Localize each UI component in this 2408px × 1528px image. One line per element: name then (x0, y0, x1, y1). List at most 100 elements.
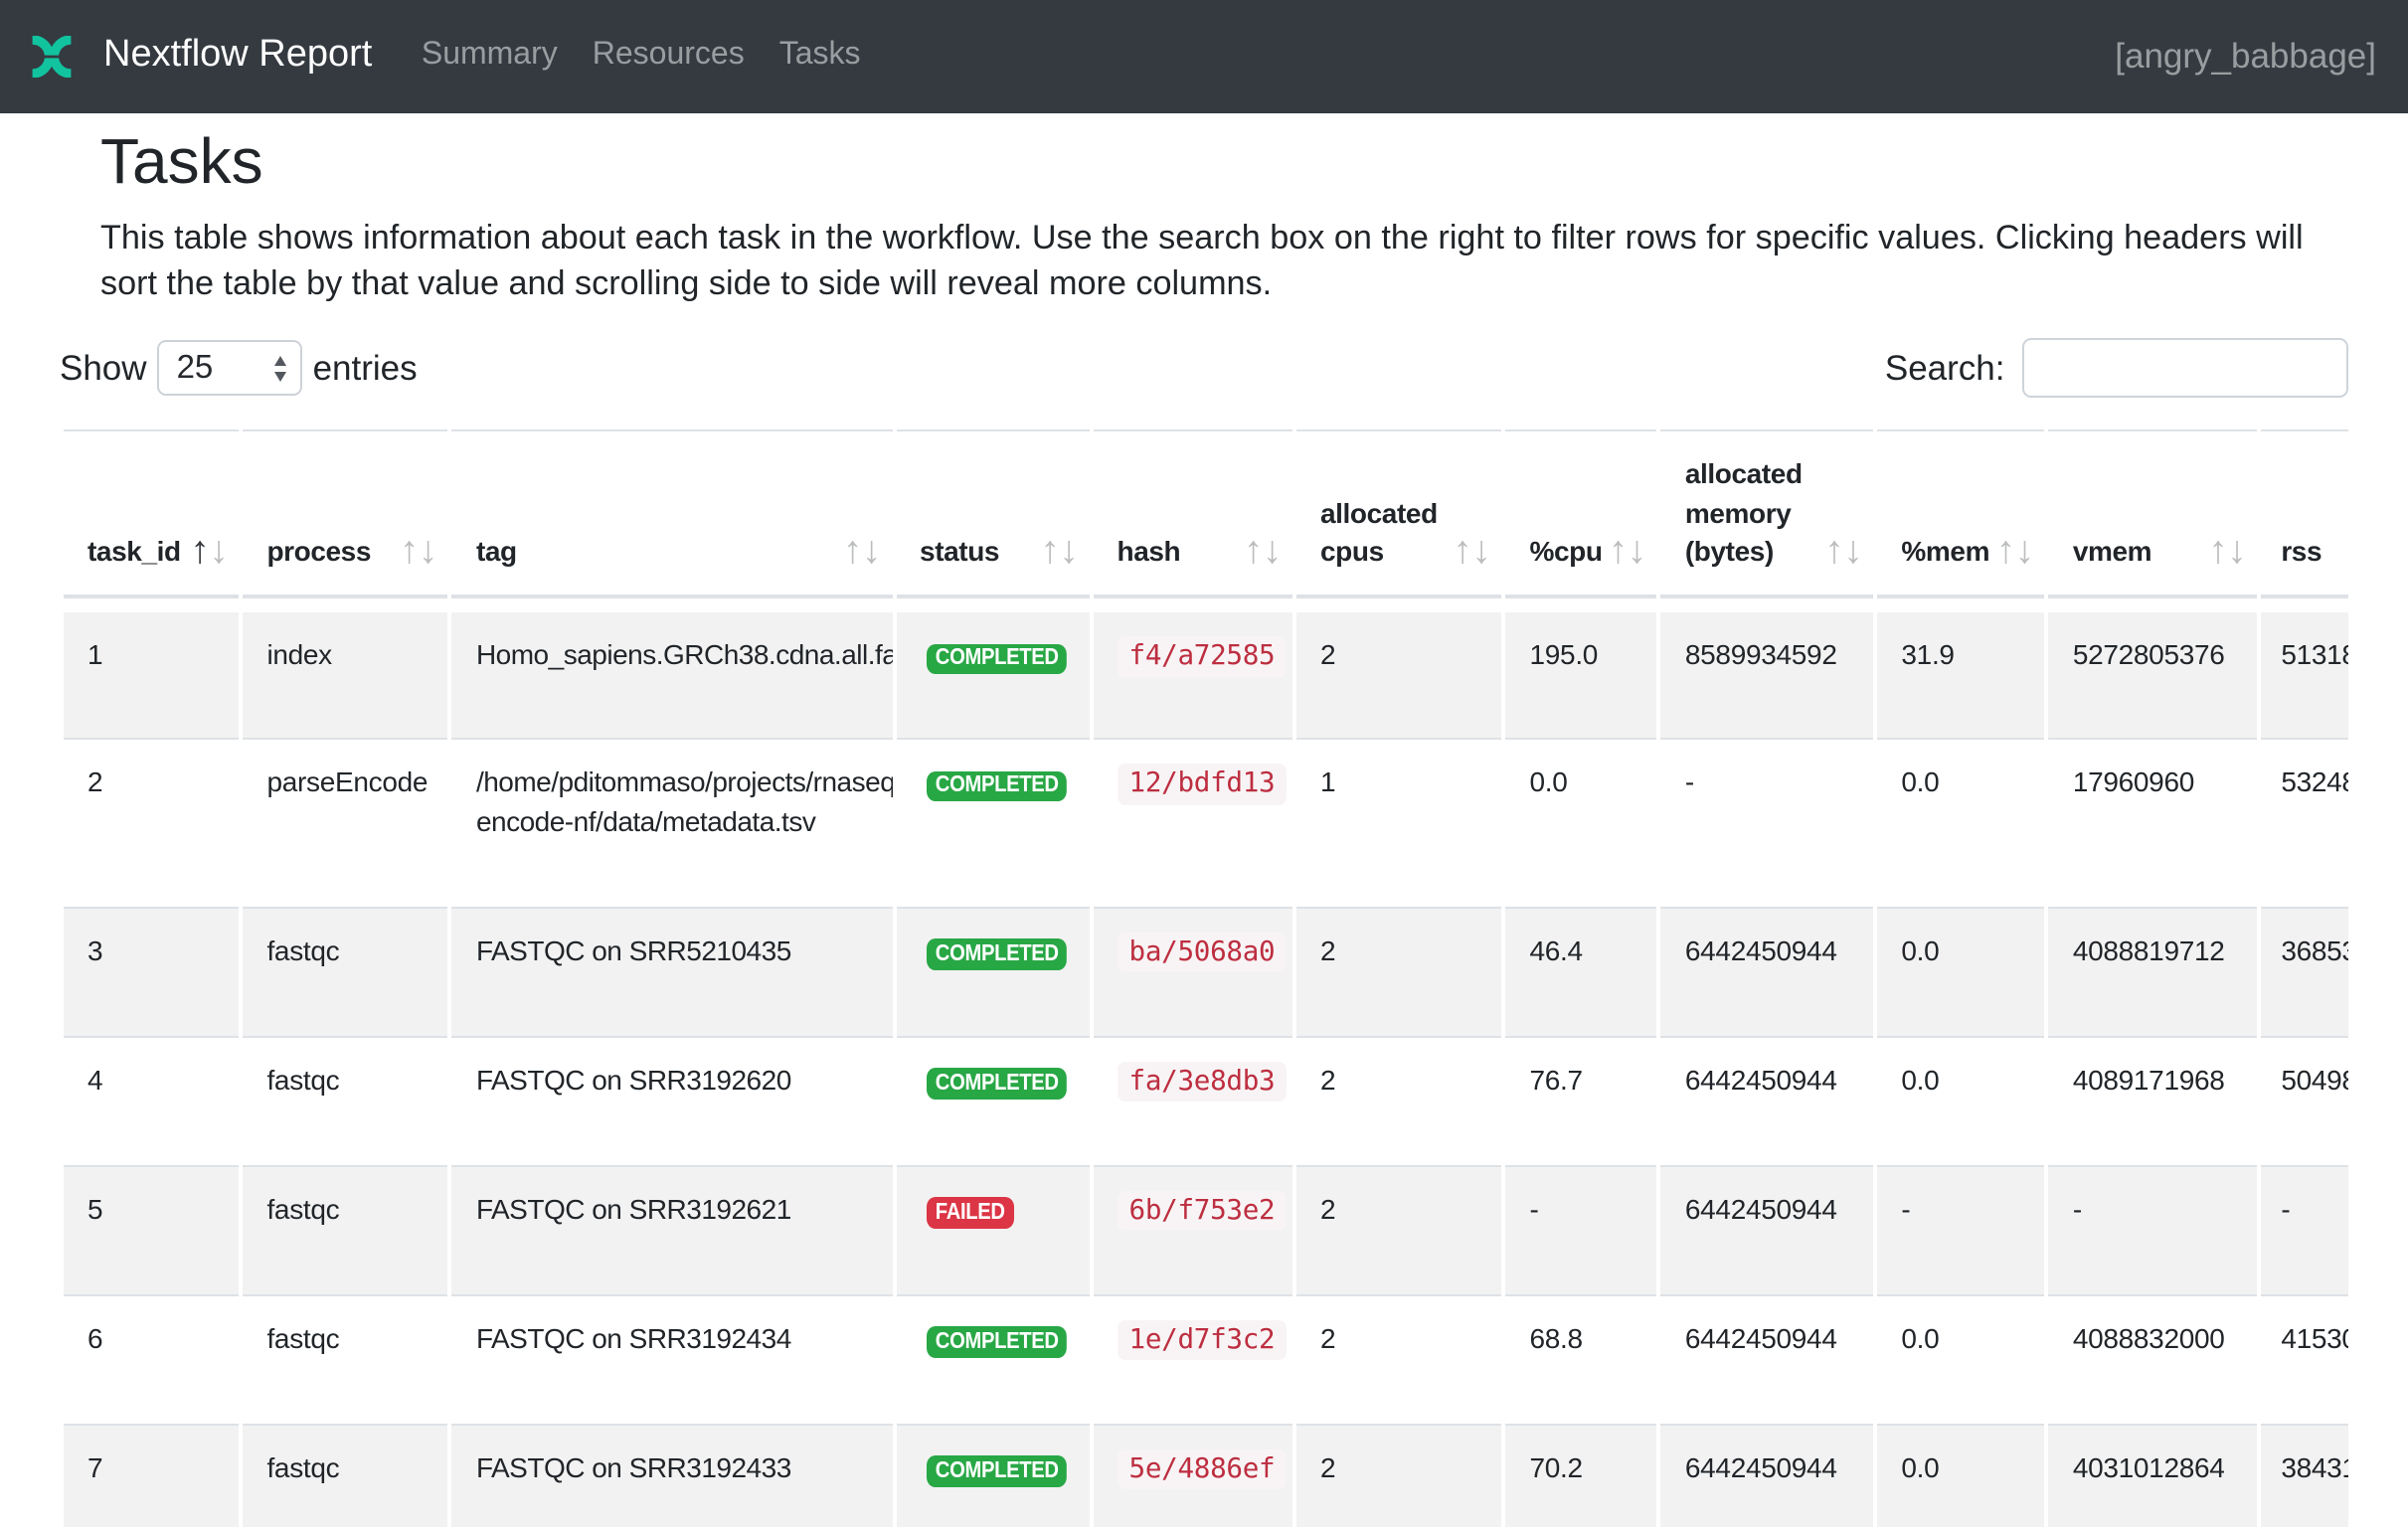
hash-code: 1e/d7f3c2 (1118, 1320, 1288, 1361)
sort-desc-icon: ↓ (1843, 538, 1862, 566)
sort-desc-icon: ↓ (1471, 538, 1490, 566)
task-row-2: 2parseEncode/home/pditommaso/projects/rn… (64, 739, 2348, 907)
cell-mem: - (1661, 739, 1874, 907)
cell-pmem: 0.0 (1877, 907, 2044, 1036)
column-header-rss[interactable]: rss↑↓ (2261, 430, 2348, 599)
hash-code: 6b/f753e2 (1118, 1191, 1288, 1232)
table-header-scroll: task_id↑↓process↑↓tag↑↓status↑↓hash↑↓all… (60, 430, 2348, 599)
column-header-process[interactable]: process↑↓ (243, 430, 448, 599)
sort-desc-icon: ↓ (2227, 538, 2246, 566)
cell-vmem: 17960960 (2049, 739, 2258, 907)
sort-asc-icon: ↑ (1609, 538, 1628, 566)
cell-pmem: 0.0 (1877, 739, 2044, 907)
column-header-task_id[interactable]: task_id↑↓ (64, 430, 239, 599)
cell-task_id: 1 (64, 613, 239, 739)
show-label: Show (60, 348, 147, 390)
cell-tag: FASTQC on SRR5210435 (452, 907, 892, 1036)
sort-asc-icon: ↑ (1453, 538, 1471, 566)
cell-process: fastqc (243, 1036, 448, 1165)
column-header-tag[interactable]: tag↑↓ (452, 430, 892, 599)
column-header-vmem[interactable]: vmem ↑↓ (2049, 430, 2258, 599)
status-badge: COMPLETED (926, 939, 1067, 970)
cell-hash: f4/a72585 (1094, 613, 1293, 739)
nextflow-logo-icon (32, 36, 72, 78)
cell-status: FAILED (896, 1165, 1089, 1294)
cell-pcpu: 0.0 (1506, 739, 1657, 907)
task-row-5: 5fastqcFASTQC on SRR3192621FAILED6b/f753… (64, 1165, 2348, 1294)
nav-link-resources[interactable]: Resources (575, 23, 762, 90)
sort-asc-icon: ↑ (1040, 538, 1059, 566)
cell-rss: 368537600 (2261, 907, 2348, 1036)
cell-tag: FASTQC on SRR3192621 (452, 1165, 892, 1294)
entries-label: entries (313, 348, 418, 390)
cell-pcpu: 46.4 (1506, 907, 1657, 1036)
page-length-select[interactable]: 25 (157, 341, 303, 397)
task-row-4: 4fastqcFASTQC on SRR3192620COMPLETEDfa/3… (64, 1036, 2348, 1165)
cell-cpus: 2 (1296, 1294, 1502, 1424)
cell-mem: 8589934592 (1661, 613, 1874, 739)
page-header-block: Tasks This table shows information about… (71, 112, 2337, 307)
table-body-scroll[interactable]: 1indexHomo_sapiens.GRCh38.cdna.all.fa.gz… (60, 613, 2348, 1528)
column-header-pcpu[interactable]: %cpu↑↓ (1506, 430, 1657, 599)
column-header-pmem[interactable]: %mem↑↓ (1877, 430, 2044, 599)
table-controls-row: Show25entries Search: (60, 339, 2348, 399)
column-label: %mem (1901, 535, 1989, 567)
nav-link-tasks[interactable]: Tasks (762, 23, 878, 90)
cell-process: fastqc (243, 907, 448, 1036)
status-badge: COMPLETED (926, 771, 1067, 802)
cell-mem: 6442450944 (1661, 1165, 1874, 1294)
nav-link-summary[interactable]: Summary (404, 23, 575, 90)
sort-desc-icon: ↓ (209, 538, 228, 566)
search-label: Search: (1885, 348, 2005, 390)
navbar-links: SummaryResourcesTasks (404, 23, 878, 90)
cell-process: fastqc (243, 1424, 448, 1528)
navbar-brand[interactable]: Nextflow Report (103, 28, 372, 85)
column-label: rss (2281, 535, 2322, 567)
cell-pmem: 31.9 (1877, 613, 2044, 739)
column-header-hash[interactable]: hash↑↓ (1094, 430, 1293, 599)
column-header-cpus[interactable]: allocated cpus↑↓ (1296, 430, 1502, 599)
page-length-control: Show25entries (60, 341, 418, 397)
cell-hash: 1e/d7f3c2 (1094, 1294, 1293, 1424)
column-label: allocated memory (bytes) (1685, 457, 1803, 567)
column-label: process (266, 535, 371, 567)
cell-mem: 6442450944 (1661, 907, 1874, 1036)
status-badge: COMPLETED (926, 644, 1067, 675)
sort-desc-icon: ↓ (862, 538, 881, 566)
sort-desc-icon: ↓ (2015, 538, 2034, 566)
cell-status: COMPLETED (896, 907, 1089, 1036)
cell-process: fastqc (243, 1294, 448, 1424)
sort-asc-icon: ↑ (843, 538, 862, 566)
status-badge: COMPLETED (926, 1456, 1067, 1487)
cell-hash: 6b/f753e2 (1094, 1165, 1293, 1294)
cell-tag: FASTQC on SRR3192433 (452, 1424, 892, 1528)
sort-desc-icon: ↓ (1628, 538, 1646, 566)
status-badge: COMPLETED (926, 1069, 1067, 1100)
cell-status: COMPLETED (896, 1424, 1089, 1528)
search-input[interactable] (2022, 339, 2348, 399)
cell-vmem: 4088819712 (2049, 907, 2258, 1036)
cell-vmem: 4088832000 (2049, 1294, 2258, 1424)
cell-cpus: 2 (1296, 613, 1502, 739)
column-header-mem[interactable]: allocated memory (bytes)↑↓ (1661, 430, 1874, 599)
cell-task_id: 2 (64, 739, 239, 907)
search-control: Search: (1885, 339, 2348, 399)
sort-asc-icon: ↑ (1996, 538, 2015, 566)
cell-cpus: 2 (1296, 1424, 1502, 1528)
cell-hash: ba/5068a0 (1094, 907, 1293, 1036)
cell-pcpu: - (1506, 1165, 1657, 1294)
hash-code: 5e/4886ef (1118, 1449, 1288, 1490)
cell-status: COMPLETED (896, 1036, 1089, 1165)
sort-asc-icon: ↑ (2208, 538, 2227, 566)
run-name-text: [angry_babbage] (2115, 36, 2376, 78)
cell-status: COMPLETED (896, 739, 1089, 907)
cell-pcpu: 195.0 (1506, 613, 1657, 739)
page-description: This table shows information about each … (100, 217, 2308, 307)
cell-tag: Homo_sapiens.GRCh38.cdna.all.fa.gz (452, 613, 892, 739)
cell-mem: 6442450944 (1661, 1036, 1874, 1165)
cell-tag: FASTQC on SRR3192434 (452, 1294, 892, 1424)
sort-asc-icon: ↑ (190, 538, 209, 566)
column-label: vmem (2073, 535, 2151, 567)
cell-cpus: 2 (1296, 1165, 1502, 1294)
column-header-status[interactable]: status↑↓ (896, 430, 1089, 599)
